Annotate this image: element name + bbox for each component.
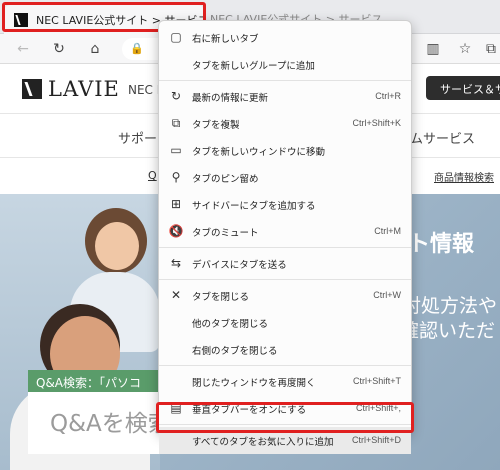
- menu-refresh[interactable]: ↻ 最新の情報に更新 Ctrl+R: [159, 83, 411, 110]
- menu-close-tabs-right[interactable]: 右側のタブを閉じる: [159, 336, 411, 363]
- menu-move-to-window[interactable]: ▭ タブを新しいウィンドウに移動: [159, 137, 411, 164]
- menu-label: タブのピン留め: [192, 173, 259, 185]
- sidebar-add-icon: ⊞: [170, 197, 182, 211]
- menu-vertical-tabs[interactable]: ▤ 垂直タブバーをオンにする Ctrl+Shift+,: [159, 395, 411, 422]
- qa-search-placeholder[interactable]: Q&Aを検索: [50, 404, 171, 438]
- menu-shortcut: Ctrl+Shift+T: [352, 376, 401, 386]
- menu-shortcut: Ctrl+W: [373, 290, 401, 300]
- menu-add-to-group[interactable]: タブを新しいグループに追加: [159, 51, 411, 78]
- lavie-logo-icon: [22, 79, 42, 99]
- nav-service-link[interactable]: ムサービス: [410, 128, 475, 147]
- menu-add-to-sidebar[interactable]: ⊞ サイドバーにタブを追加する: [159, 191, 411, 218]
- duplicate-icon: ⧉: [171, 115, 181, 130]
- vertical-tabs-icon: ▤: [170, 401, 182, 415]
- menu-label: 右側のタブを閉じる: [192, 345, 278, 357]
- menu-separator: [159, 424, 411, 425]
- menu-label: すべてのタブをお気に入りに追加: [192, 436, 334, 448]
- pin-icon: ⚲: [171, 170, 181, 184]
- site-logo[interactable]: LAVIE: [22, 77, 120, 101]
- home-icon[interactable]: ⌂: [86, 40, 104, 58]
- menu-shortcut: Ctrl+Shift+,: [355, 403, 401, 413]
- menu-label: 最新の情報に更新: [192, 92, 269, 104]
- menu-label: 垂直タブバーをオンにする: [192, 404, 307, 416]
- menu-add-all-to-favorites[interactable]: すべてのタブをお気に入りに追加 Ctrl+Shift+D: [159, 427, 411, 454]
- menu-label: タブを新しいグループに追加: [192, 60, 315, 72]
- menu-separator: [159, 365, 411, 366]
- mute-icon: 🔇: [168, 224, 184, 238]
- sub-qa-link[interactable]: Q: [148, 169, 157, 182]
- collections-icon[interactable]: ⧉: [482, 40, 500, 58]
- menu-shortcut: Ctrl+Shift+D: [351, 435, 401, 445]
- window-icon: ▭: [170, 143, 182, 157]
- favorites-icon[interactable]: ☆: [456, 40, 474, 58]
- logo-text: LAVIE: [48, 77, 120, 101]
- menu-label: タブを複製: [192, 119, 240, 131]
- nav-support-link[interactable]: サポー: [118, 128, 157, 147]
- menu-label: タブを閉じる: [192, 291, 250, 303]
- qa-search-label: Q&A検索：「パソコ: [28, 370, 164, 392]
- back-icon[interactable]: ←: [14, 40, 32, 58]
- menu-send-to-device[interactable]: ⇆ デバイスにタブを送る: [159, 250, 411, 277]
- menu-mute-tab[interactable]: 🔇 タブのミュート Ctrl+M: [159, 218, 411, 245]
- menu-pin-tab[interactable]: ⚲ タブのピン留め: [159, 164, 411, 191]
- reload-icon[interactable]: ↻: [50, 40, 68, 58]
- hero-text-line2: 確認いただ: [400, 320, 496, 342]
- menu-label: タブを新しいウィンドウに移動: [192, 146, 326, 158]
- menu-new-tab-right[interactable]: ▢ 右に新しいタブ: [159, 24, 411, 51]
- menu-reopen-window[interactable]: 閉じたウィンドウを再度開く Ctrl+Shift+T: [159, 368, 411, 395]
- menu-duplicate[interactable]: ⧉ タブを複製 Ctrl+Shift+K: [159, 110, 411, 137]
- lock-icon: 🔒: [130, 42, 144, 55]
- menu-separator: [159, 247, 411, 248]
- menu-shortcut: Ctrl+Shift+K: [352, 118, 401, 128]
- menu-label: タブのミュート: [192, 227, 259, 239]
- menu-separator: [159, 80, 411, 81]
- menu-label: 他のタブを閉じる: [192, 318, 269, 330]
- tab-context-menu: ▢ 右に新しいタブ タブを新しいグループに追加 ↻ 最新の情報に更新 Ctrl+R ⧉…: [158, 20, 412, 454]
- menu-shortcut: Ctrl+M: [374, 226, 401, 236]
- close-icon: ✕: [170, 288, 182, 302]
- hero-text-line1: 対処方法や: [402, 295, 498, 317]
- new-tab-icon: ▢: [170, 30, 182, 44]
- hero-title: ト情報: [408, 232, 475, 257]
- menu-label: デバイスにタブを送る: [192, 259, 287, 271]
- menu-label: 閉じたウィンドウを再度開く: [192, 377, 316, 389]
- menu-separator: [159, 279, 411, 280]
- menu-close-tab[interactable]: ✕ タブを閉じる Ctrl+W: [159, 282, 411, 309]
- menu-label: 右に新しいタブ: [192, 33, 259, 45]
- menu-close-other-tabs[interactable]: 他のタブを閉じる: [159, 309, 411, 336]
- services-button[interactable]: サービス＆サ: [426, 76, 500, 100]
- menu-shortcut: Ctrl+R: [375, 91, 401, 101]
- split-screen-icon[interactable]: ▥: [424, 40, 442, 58]
- product-search-link[interactable]: 商品情報検索: [434, 169, 494, 184]
- send-device-icon: ⇆: [170, 256, 182, 270]
- menu-label: サイドバーにタブを追加する: [192, 200, 316, 212]
- child-face: [95, 222, 139, 270]
- refresh-icon: ↻: [170, 89, 182, 103]
